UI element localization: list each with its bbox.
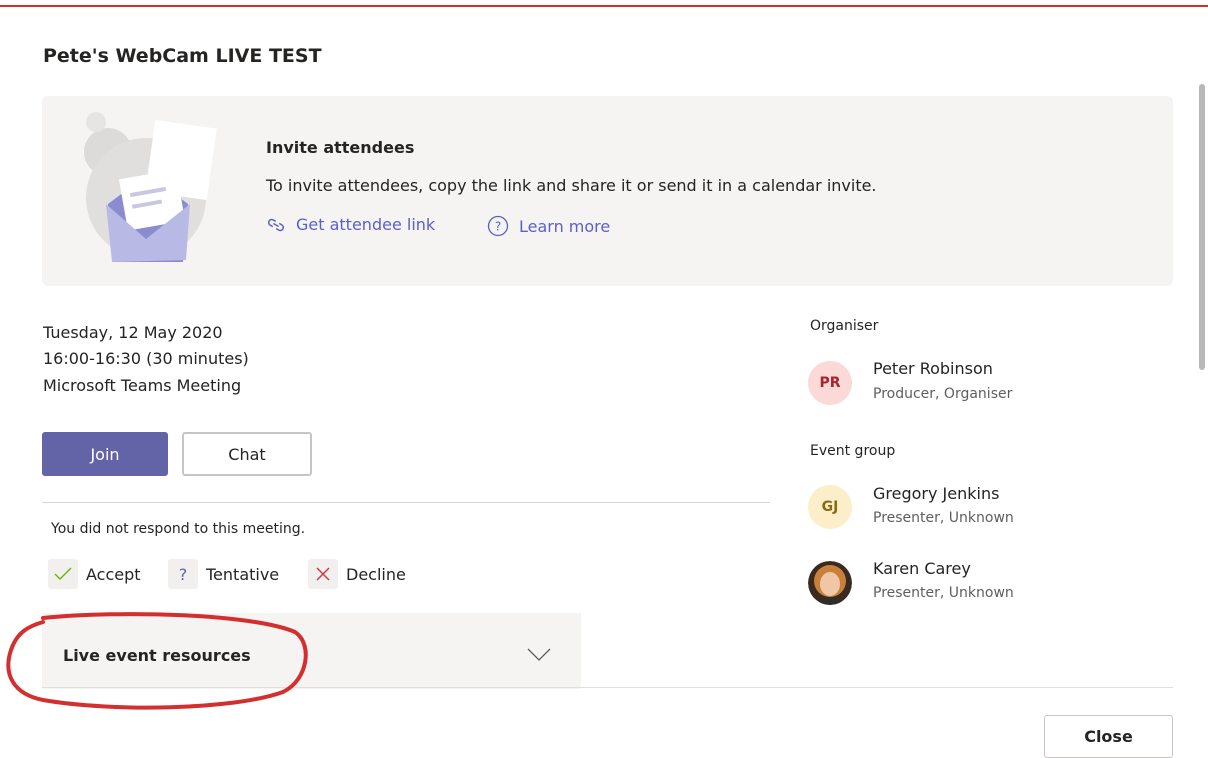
person-name: Gregory Jenkins <box>873 484 1000 503</box>
learn-more-label: Learn more <box>519 216 611 236</box>
join-button[interactable]: Join <box>42 432 168 476</box>
red-circle-annotation <box>6 612 308 710</box>
divider <box>42 502 770 503</box>
chevron-down-icon[interactable] <box>527 648 551 662</box>
meeting-date: Tuesday, 12 May 2020 <box>43 323 223 342</box>
scrollbar-thumb[interactable] <box>1199 84 1205 370</box>
link-icon <box>267 218 285 231</box>
top-accent-line <box>0 5 1208 7</box>
question-circle-icon: ? <box>487 215 509 237</box>
tentative-label: Tentative <box>206 564 280 584</box>
learn-more-link[interactable]: ? Learn more <box>487 215 610 237</box>
tentative-button[interactable]: ? Tentative <box>168 559 279 589</box>
decline-label: Decline <box>346 564 406 584</box>
person-name: Peter Robinson <box>873 359 993 378</box>
organiser-label: Organiser <box>810 318 879 334</box>
meeting-time: 16:00-16:30 (30 minutes) <box>43 349 249 368</box>
avatar-photo <box>808 561 852 605</box>
get-attendee-link[interactable]: Get attendee link <box>266 215 435 234</box>
person-role: Presenter, Unknown <box>873 585 1014 601</box>
chat-button[interactable]: Chat <box>182 432 312 476</box>
avatar: PR <box>808 361 852 405</box>
get-attendee-link-label: Get attendee link <box>296 215 436 234</box>
invite-heading: Invite attendees <box>266 138 415 157</box>
person-name: Karen Carey <box>873 559 971 578</box>
close-button[interactable]: Close <box>1044 715 1173 758</box>
person-role: Producer, Organiser <box>873 386 1013 402</box>
checkmark-icon <box>48 559 78 589</box>
invite-description: To invite attendees, copy the link and s… <box>266 176 877 195</box>
response-status: You did not respond to this meeting. <box>51 521 306 537</box>
meeting-type: Microsoft Teams Meeting <box>43 376 242 395</box>
envelope-illustration-icon <box>84 112 217 262</box>
event-group-label: Event group <box>810 443 896 459</box>
svg-text:?: ? <box>495 220 501 234</box>
person-role: Presenter, Unknown <box>873 510 1014 526</box>
dialog-title: Pete's WebCam LIVE TEST <box>43 45 322 67</box>
accept-label: Accept <box>86 564 141 584</box>
decline-button[interactable]: Decline <box>308 559 406 589</box>
question-mark-icon: ? <box>168 559 198 589</box>
x-icon <box>308 559 338 589</box>
avatar: GJ <box>808 485 852 529</box>
accept-button[interactable]: Accept <box>48 559 141 589</box>
